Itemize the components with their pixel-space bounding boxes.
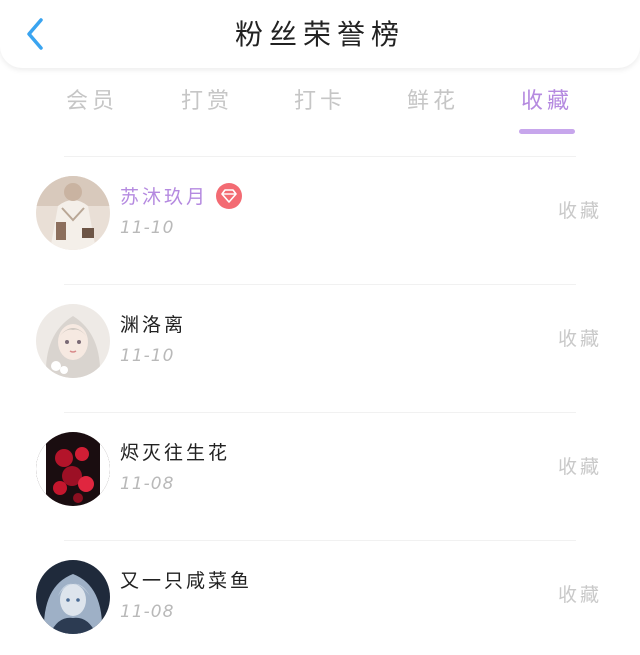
tab-label: 打赏 (180, 89, 233, 114)
tab-checkin[interactable]: 打卡 (265, 82, 375, 130)
action-label: 收藏 (557, 328, 602, 350)
avatar-image (36, 560, 110, 634)
tab-tipping[interactable]: 打赏 (152, 82, 262, 130)
tab-label: 收藏 (520, 89, 573, 114)
tab-label: 鲜花 (406, 89, 459, 114)
tab-label: 会员 (65, 89, 118, 114)
tab-membership[interactable]: 会员 (37, 82, 147, 130)
fan-date: 11-08 (120, 474, 175, 494)
fan-name: 烬灭往生花 (120, 438, 230, 465)
list-item[interactable]: 渊洛离 11-10 收藏 (0, 284, 640, 412)
fan-name-text: 渊洛离 (120, 314, 187, 336)
avatar-image (36, 432, 110, 506)
action-label: 收藏 (557, 200, 602, 222)
avatar-image (36, 176, 110, 250)
avatar[interactable] (36, 432, 110, 506)
avatar[interactable] (36, 304, 110, 378)
fan-name-text: 又一只咸菜鱼 (120, 570, 253, 592)
fan-date: 11-10 (120, 346, 175, 366)
tab-bar: 会员 打赏 打卡 鲜花 收藏 (0, 82, 640, 138)
fan-name-text: 苏沐玖月 (120, 186, 209, 208)
fan-name: 渊洛离 (120, 310, 186, 337)
vip-diamond-icon (216, 182, 243, 209)
avatar[interactable] (36, 176, 110, 250)
header-bar: 粉丝荣誉榜 (0, 0, 640, 68)
fan-name: 又一只咸菜鱼 (120, 566, 252, 593)
tab-label: 打卡 (293, 89, 346, 114)
avatar[interactable] (36, 560, 110, 634)
active-tab-indicator (519, 129, 575, 134)
avatar-image (36, 304, 110, 378)
fan-name-text: 烬灭往生花 (120, 442, 231, 464)
list-item[interactable]: 烬灭往生花 11-08 收藏 (0, 412, 640, 540)
page-title: 粉丝荣誉榜 (234, 18, 405, 51)
fan-date: 11-10 (120, 218, 175, 238)
fan-honor-page: 粉丝荣誉榜 会员 打赏 打卡 鲜花 收藏 苏沐玖月 11-10 收藏 渊洛离 1… (0, 0, 640, 655)
list-item[interactable]: 又一只咸菜鱼 11-08 收藏 (0, 540, 640, 655)
list-item[interactable]: 苏沐玖月 11-10 收藏 (0, 156, 640, 284)
action-label: 收藏 (557, 456, 602, 478)
action-label: 收藏 (557, 584, 602, 606)
fan-name: 苏沐玖月 (120, 182, 243, 209)
fan-date: 11-08 (120, 602, 175, 622)
tab-flowers[interactable]: 鲜花 (378, 82, 488, 130)
tab-favorites[interactable]: 收藏 (492, 82, 602, 134)
